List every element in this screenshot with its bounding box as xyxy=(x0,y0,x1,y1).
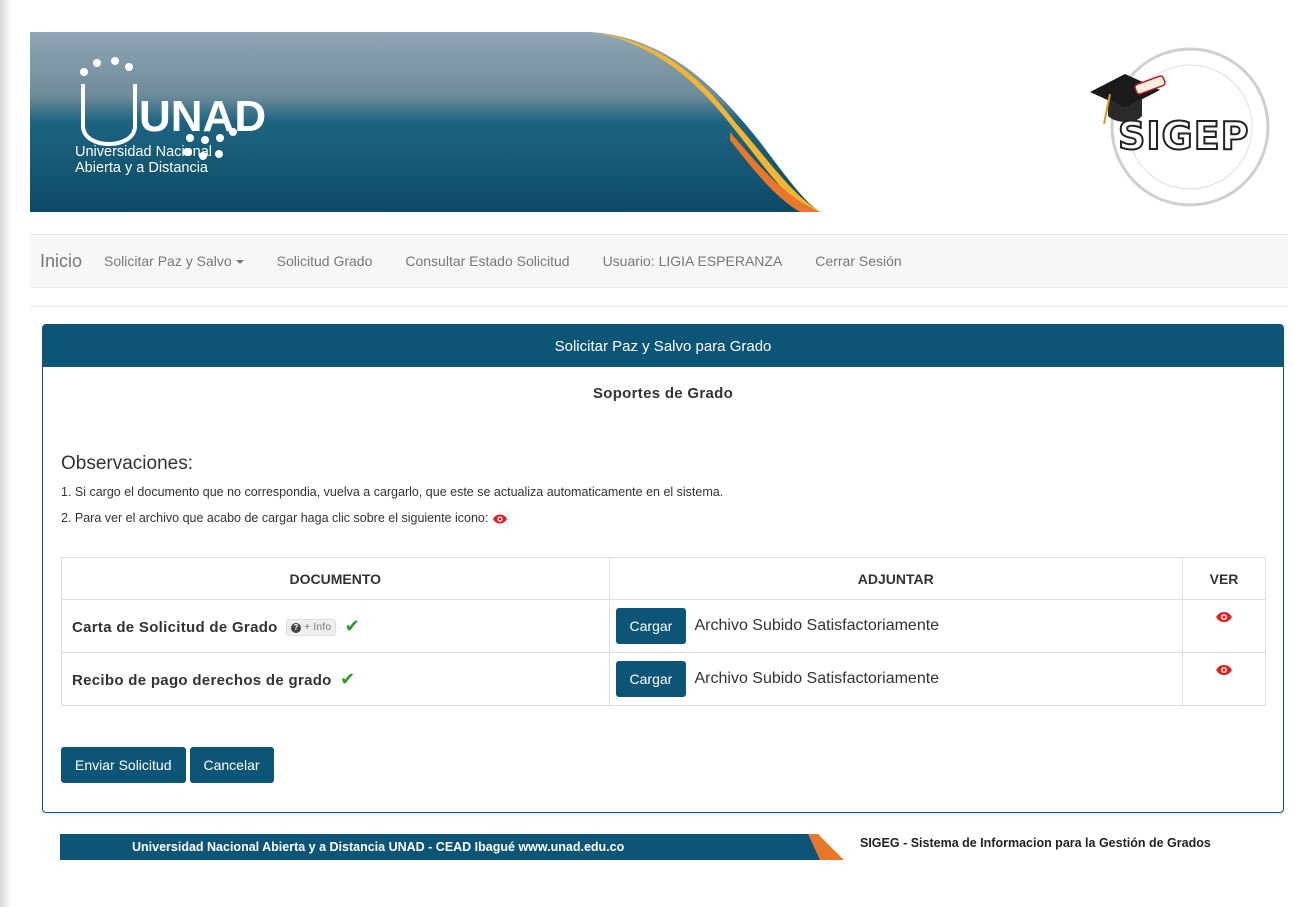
panel-subtitle: Soportes de Grado xyxy=(592,385,734,402)
sigep-logo: SIGEP xyxy=(1080,32,1275,222)
nav-solicitud-grado[interactable]: Solicitud Grado xyxy=(277,253,373,269)
check-icon: ✔ xyxy=(344,615,361,636)
check-icon: ✔ xyxy=(340,668,356,689)
unad-subtitle: Universidad Nacional Abierta y a Distanc… xyxy=(75,144,212,176)
col-adjuntar: ADJUNTAR xyxy=(608,557,1184,600)
nav-cerrar-sesion[interactable]: Cerrar Sesión xyxy=(815,253,901,269)
table-row: Recibo de pago derechos de grado ✔ Carga… xyxy=(61,652,1266,706)
upload-cell: Cargar Archivo Subido Satisfactoriamente xyxy=(608,599,1184,653)
caret-down-icon xyxy=(235,260,244,265)
upload-status: Archivo Subido Satisfactoriamente xyxy=(694,670,940,687)
footer-bar: Universidad Nacional Abierta y a Distanc… xyxy=(60,834,1290,860)
footer-right-text: SIGEG - Sistema de Informacion para la G… xyxy=(860,836,1211,850)
form-actions: Enviar Solicitud Cancelar xyxy=(61,747,274,783)
view-cell xyxy=(1182,599,1266,653)
document-name: Carta de Solicitud de Grado xyxy=(72,618,278,636)
divider xyxy=(30,306,1288,307)
sigep-wordmark: SIGEP xyxy=(1117,113,1250,159)
header-banner: UNAD Universidad Nacional Abierta y a Di… xyxy=(30,32,1288,212)
unad-logo: UNAD Universidad Nacional Abierta y a Di… xyxy=(75,54,275,194)
info-button[interactable]: ? + Info xyxy=(286,619,337,637)
view-cell xyxy=(1182,652,1266,706)
eye-icon[interactable] xyxy=(1215,663,1233,677)
unad-wordmark: UNAD xyxy=(139,92,267,141)
main-navbar: Inicio Solicitar Paz y Salvo Solicitud G… xyxy=(30,234,1288,288)
nav-consultar-estado[interactable]: Consultar Estado Solicitud xyxy=(405,253,569,269)
col-ver: VER xyxy=(1182,557,1266,600)
footer-stripe xyxy=(808,834,850,860)
enviar-solicitud-button[interactable]: Enviar Solicitud xyxy=(61,747,186,783)
question-icon: ? xyxy=(291,623,302,634)
request-panel: Solicitar Paz y Salvo para Grado Soporte… xyxy=(42,324,1284,813)
page-edge xyxy=(0,0,12,907)
eye-icon xyxy=(492,514,507,524)
nav-home[interactable]: Inicio xyxy=(40,251,82,272)
table-header-row: DOCUMENTO ADJUNTAR VER xyxy=(61,557,1266,600)
document-name: Recibo de pago derechos de grado xyxy=(72,671,332,689)
upload-cell: Cargar Archivo Subido Satisfactoriamente xyxy=(608,652,1184,706)
observacion-2: 2. Para ver el archivo que acabo de carg… xyxy=(61,511,508,525)
documents-table: DOCUMENTO ADJUNTAR VER Carta de Solicitu… xyxy=(61,557,1266,706)
eye-icon[interactable] xyxy=(1215,610,1233,624)
document-name-cell: Carta de Solicitud de Grado ? + Info ✔ xyxy=(61,599,610,653)
observacion-2-text: 2. Para ver el archivo que acabo de carg… xyxy=(61,511,489,525)
info-label: + Info xyxy=(304,622,332,634)
unad-sub-line2: Abierta y a Distancia xyxy=(75,160,208,176)
col-documento: DOCUMENTO xyxy=(61,557,610,600)
document-name-cell: Recibo de pago derechos de grado ✔ xyxy=(61,652,610,706)
footer-left-text: Universidad Nacional Abierta y a Distanc… xyxy=(60,834,820,860)
panel-heading: Solicitar Paz y Salvo para Grado xyxy=(43,325,1283,367)
nav-usuario[interactable]: Usuario: LIGIA ESPERANZA xyxy=(603,253,783,269)
nav-solicitar-label: Solicitar Paz y Salvo xyxy=(104,253,232,269)
cargar-button[interactable]: Cargar xyxy=(615,661,687,697)
nav-solicitar-paz-y-salvo[interactable]: Solicitar Paz y Salvo xyxy=(104,253,244,269)
upload-status: Archivo Subido Satisfactoriamente xyxy=(694,617,940,634)
cancelar-button[interactable]: Cancelar xyxy=(189,747,274,783)
table-row: Carta de Solicitud de Grado ? + Info ✔ C… xyxy=(61,599,1266,653)
unad-sub-line1: Universidad Nacional xyxy=(75,144,213,160)
cargar-button[interactable]: Cargar xyxy=(615,608,687,644)
observaciones-title: Observaciones: xyxy=(61,453,194,474)
observacion-1: 1. Si cargo el documento que no correspo… xyxy=(61,485,724,499)
